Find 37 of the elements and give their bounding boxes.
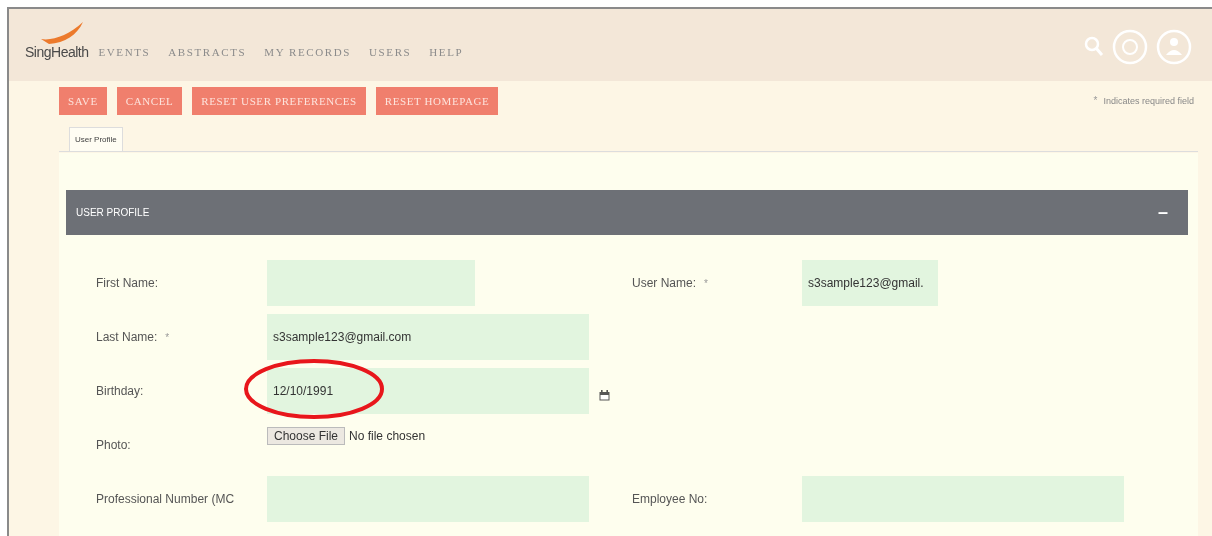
field-label: User Name: (632, 276, 696, 290)
search-icon[interactable] (1084, 36, 1104, 58)
required-mark: * (165, 331, 170, 343)
nav-link[interactable]: EVENTS (98, 46, 151, 58)
action-button[interactable]: RESET HOMEPAGE (375, 87, 499, 115)
panel-title: USER PROFILE (76, 207, 150, 218)
field-label: Employee No: (632, 492, 708, 506)
logo-icon (39, 21, 85, 45)
text-field[interactable] (267, 476, 589, 522)
text-field[interactable] (802, 476, 1124, 522)
nav-link[interactable]: USERS (369, 46, 412, 58)
choose-file-button[interactable]: Choose File (267, 427, 346, 445)
collapse-button[interactable]: – (1158, 202, 1168, 223)
nav-link[interactable]: ABSTRACTS (168, 46, 247, 58)
text-field[interactable]: s3sample123@gmail. (802, 260, 938, 306)
field-label: Photo: (96, 438, 131, 452)
calendar-icon[interactable] (599, 389, 610, 401)
required-note: Indicates required field (1103, 95, 1194, 106)
file-status: No file chosen (349, 429, 426, 443)
nav-link[interactable]: HELP (429, 46, 464, 58)
text-field[interactable]: s3sample123@gmail.com (267, 314, 589, 360)
required-mark: * (1093, 95, 1098, 106)
date-field[interactable]: 12/10/1991 (267, 368, 589, 414)
tab[interactable]: User Profile (69, 127, 123, 151)
field-label: First Name: (96, 276, 158, 290)
help-circle-icon[interactable] (1112, 29, 1148, 65)
required-mark: * (704, 277, 708, 289)
logo-text[interactable]: SingHealth (25, 44, 89, 60)
text-field[interactable] (267, 260, 475, 306)
action-button[interactable]: RESET USER PREFERENCES (192, 87, 366, 115)
action-button[interactable]: SAVE (59, 87, 107, 115)
user-circle-icon[interactable] (1156, 29, 1192, 65)
field-label: Professional Number (MC (96, 492, 235, 506)
nav-link[interactable]: MY RECORDS (264, 46, 352, 58)
field-label: Last Name: (96, 330, 158, 344)
action-button[interactable]: CANCEL (116, 87, 183, 115)
field-label: Birthday: (96, 384, 144, 398)
